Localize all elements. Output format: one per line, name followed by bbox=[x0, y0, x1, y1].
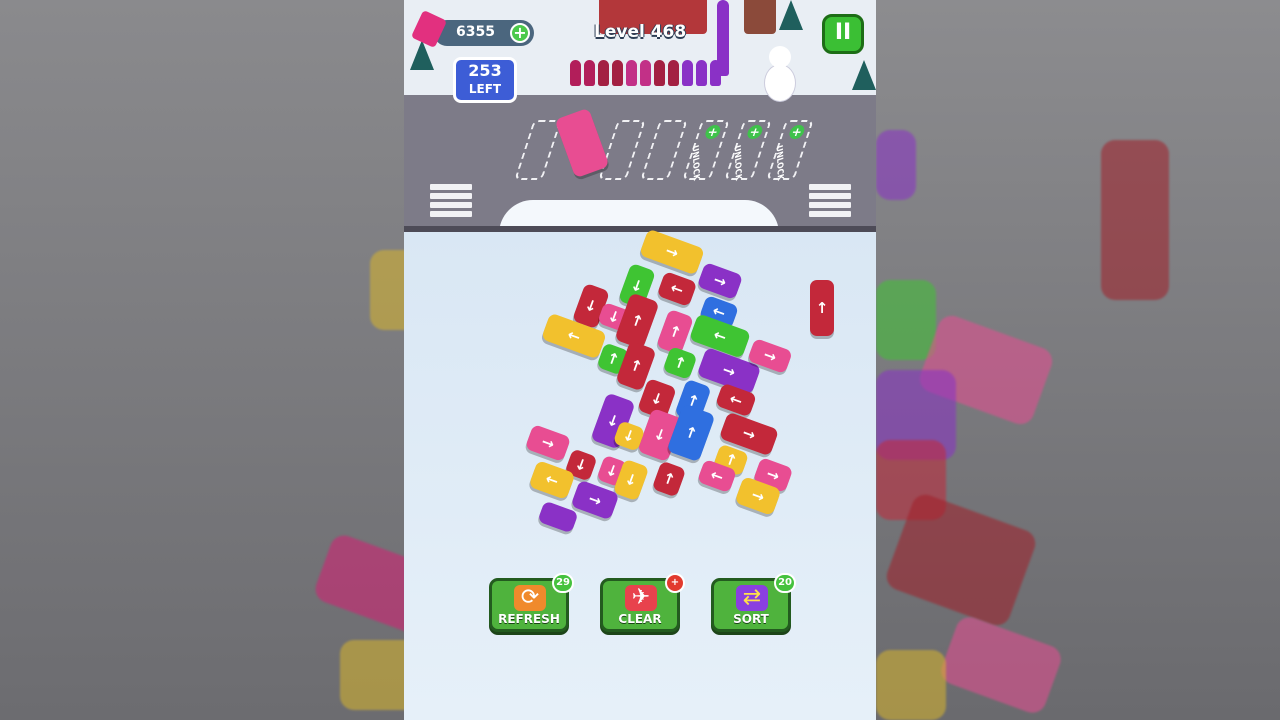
game-viewport: + UNLOCK + UNLOCK + UNLOCK 6355 + Level … bbox=[404, 0, 876, 720]
clear-label: CLEAR bbox=[618, 612, 662, 626]
passenger bbox=[626, 60, 637, 86]
blur-vehicle bbox=[937, 613, 1065, 717]
arrow-down-icon: ↓ bbox=[622, 468, 641, 491]
unlock-plus-icon: + bbox=[703, 125, 723, 139]
pine-tree bbox=[779, 0, 803, 30]
passengers-left-label: LEFT bbox=[468, 82, 502, 96]
arrow-right-icon: → bbox=[740, 422, 759, 445]
sort-button[interactable]: ⇄ SORT 20 bbox=[711, 573, 796, 632]
right-blur-background bbox=[876, 0, 1280, 720]
passenger bbox=[668, 60, 679, 86]
clear-button[interactable]: ✈ CLEAR + bbox=[600, 573, 685, 632]
arrow-right-icon: → bbox=[761, 344, 780, 367]
refresh-button[interactable]: ⟳ REFRESH 29 bbox=[489, 573, 574, 632]
sort-people-icon: ⇄ bbox=[736, 585, 768, 611]
helicopter-icon: ✈ bbox=[625, 585, 657, 611]
add-coins-button[interactable]: + bbox=[510, 23, 530, 43]
refresh-count-badge: 29 bbox=[552, 573, 574, 593]
passengers-left-count: 253 bbox=[468, 61, 502, 80]
refresh-label: REFRESH bbox=[498, 612, 560, 626]
passenger bbox=[584, 60, 595, 86]
arrow-down-icon: ↓ bbox=[628, 274, 647, 297]
arrow-right-icon: → bbox=[586, 488, 605, 511]
blur-vehicle bbox=[311, 531, 404, 639]
arrow-up-icon: ↑ bbox=[815, 298, 829, 317]
passenger bbox=[717, 0, 729, 76]
passenger bbox=[640, 60, 651, 86]
blur-vehicle bbox=[876, 130, 916, 200]
snowman bbox=[762, 46, 796, 104]
unlock-plus-icon: + bbox=[745, 125, 765, 139]
building bbox=[744, 0, 776, 34]
coin-count: 6355 bbox=[456, 24, 495, 40]
pine-tree bbox=[852, 60, 876, 90]
arrow-down-icon: ↓ bbox=[572, 453, 591, 476]
arrow-left-icon: ← bbox=[727, 388, 746, 411]
blur-vehicle bbox=[1101, 140, 1169, 300]
arrow-up-icon: ↑ bbox=[666, 320, 685, 343]
arrow-right-icon: → bbox=[663, 240, 682, 263]
arrow-up-icon: ↑ bbox=[604, 347, 623, 370]
arrow-down-icon: ↓ bbox=[582, 294, 601, 317]
crosswalk bbox=[809, 184, 851, 220]
passenger bbox=[696, 60, 707, 86]
blur-vehicle bbox=[370, 250, 404, 330]
passenger bbox=[598, 60, 609, 86]
clear-add-badge: + bbox=[665, 573, 685, 593]
arrow-up-icon: ↑ bbox=[628, 309, 647, 332]
arrow-left-icon: ← bbox=[543, 468, 562, 491]
passenger bbox=[570, 60, 581, 86]
refresh-car-icon: ⟳ bbox=[514, 585, 546, 611]
passenger bbox=[612, 60, 623, 86]
unlock-label: UNLOCK bbox=[732, 144, 744, 182]
arrow-right-icon: → bbox=[749, 484, 768, 507]
blur-vehicle bbox=[340, 640, 404, 710]
unlock-label: UNLOCK bbox=[774, 144, 786, 182]
arrow-right-icon: → bbox=[539, 431, 558, 454]
blur-vehicle bbox=[876, 280, 936, 360]
arrow-left-icon: ← bbox=[708, 464, 727, 487]
arrow-left-icon: ← bbox=[565, 324, 584, 347]
arrow-down-icon: ↓ bbox=[651, 423, 670, 446]
unlock-plus-icon: + bbox=[787, 125, 807, 139]
crosswalk bbox=[430, 184, 472, 220]
sort-count-badge: 20 bbox=[774, 573, 796, 593]
arrow-right-icon: → bbox=[711, 269, 730, 292]
unlock-label: UNLOCK bbox=[690, 144, 702, 182]
passenger bbox=[654, 60, 665, 86]
level-title: Level 468 bbox=[594, 22, 687, 42]
blur-vehicle bbox=[876, 650, 946, 720]
left-blur-background bbox=[0, 0, 404, 720]
passengers-left-counter: 253 LEFT bbox=[453, 57, 517, 103]
pause-button[interactable]: II bbox=[822, 14, 864, 54]
arrow-down-icon: ↓ bbox=[648, 387, 667, 410]
arrow-right-icon: → bbox=[720, 359, 739, 382]
arrow-left-icon: ← bbox=[668, 277, 687, 300]
sort-label: SORT bbox=[733, 612, 769, 626]
arrow-down-icon: ↓ bbox=[620, 424, 639, 447]
arrow-left-icon: ← bbox=[711, 324, 730, 347]
arrow-up-icon: ↑ bbox=[671, 351, 690, 374]
arrow-right-icon: → bbox=[764, 463, 783, 486]
passenger bbox=[682, 60, 693, 86]
arrow-up-icon: ↑ bbox=[682, 421, 701, 444]
arrow-up-icon: ↑ bbox=[627, 354, 646, 377]
arrow-up-icon: ↑ bbox=[660, 467, 679, 490]
red-vehicle[interactable]: ↑ bbox=[810, 280, 834, 336]
